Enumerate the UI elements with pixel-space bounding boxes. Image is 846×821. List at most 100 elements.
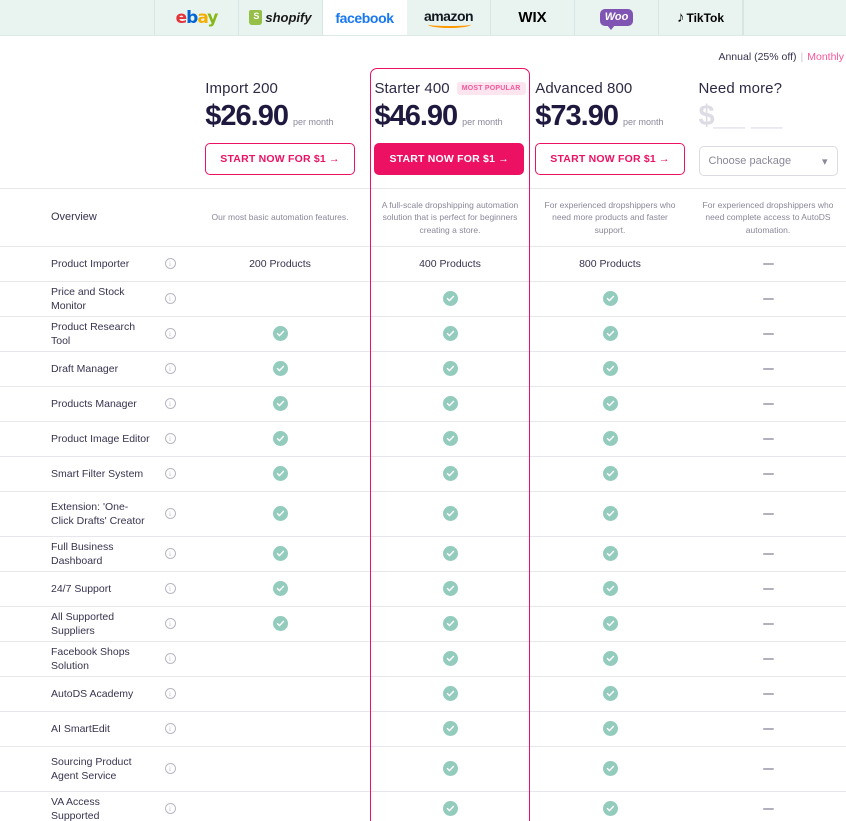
platform-tab-shopify[interactable]: shopify — [239, 0, 323, 35]
info-icon[interactable]: i — [164, 293, 176, 305]
check-icon — [442, 546, 458, 562]
feature-label-cell: Product Image Editor — [0, 422, 150, 456]
info-icon[interactable]: i — [164, 328, 176, 340]
check-icon — [272, 396, 288, 412]
feature-cell — [690, 317, 846, 351]
feature-cell — [190, 572, 370, 606]
info-icon[interactable]: i — [164, 583, 176, 595]
check-icon — [602, 291, 618, 307]
feature-cell — [190, 642, 370, 676]
feature-label-cell: Extension: 'One-Click Drafts' Creator — [0, 492, 150, 536]
feature-label-cell: Products Manager — [0, 387, 150, 421]
minus-icon — [762, 552, 774, 555]
platform-tab-woocommerce[interactable]: Woo — [575, 0, 659, 35]
feature-label: Sourcing Product Agent Service — [51, 755, 132, 782]
billing-monthly-option[interactable]: Monthly — [807, 51, 844, 63]
feature-label: Extension: 'One-Click Drafts' Creator — [51, 500, 145, 527]
info-icon[interactable]: i — [164, 363, 176, 375]
feature-cell — [190, 677, 370, 711]
feature-cell — [530, 537, 690, 571]
plan-price: $73.90 — [535, 100, 619, 132]
start-now-button-advanced-800[interactable]: START NOW FOR $1 → — [535, 143, 685, 175]
billing-annual-option[interactable]: Annual (25% off) — [718, 51, 796, 63]
info-icon[interactable]: i — [164, 548, 176, 560]
info-icon[interactable]: i — [164, 763, 176, 775]
feature-cell — [530, 712, 690, 746]
check-icon — [272, 616, 288, 632]
plan-header-row: Import 200 $26.90 per month START NOW FO… — [0, 68, 846, 188]
feature-cell — [190, 492, 370, 536]
info-icon[interactable]: i — [164, 468, 176, 480]
info-icon[interactable]: i — [164, 433, 176, 445]
info-icon[interactable]: i — [164, 653, 176, 665]
overview-text: Our most basic automation features. — [211, 212, 349, 223]
feature-label-cell: Sourcing Product Agent Service — [0, 747, 150, 791]
feature-cell — [690, 712, 846, 746]
info-icon[interactable]: i — [164, 258, 176, 270]
empty-cell — [280, 693, 281, 694]
platform-tab-amazon[interactable]: amazon — [407, 0, 491, 35]
start-now-button-import-200[interactable]: START NOW FOR $1 → — [205, 143, 355, 175]
minus-icon — [762, 437, 774, 440]
feature-cell — [190, 352, 370, 386]
feature-cell — [370, 387, 530, 421]
overview-cell-import-200: Our most basic automation features. — [190, 189, 370, 246]
feature-cell — [370, 352, 530, 386]
plan-title: Advanced 800 — [535, 80, 633, 97]
feature-row: Facebook Shops Solution i — [0, 640, 846, 676]
info-icon[interactable]: i — [164, 508, 176, 520]
platform-tab-wix[interactable]: WIX — [491, 0, 575, 35]
feature-cell — [370, 712, 530, 746]
feature-cell — [530, 492, 690, 536]
feature-label-cell: Draft Manager — [0, 352, 150, 386]
feature-info-cell: i — [150, 607, 190, 641]
feature-cell — [530, 677, 690, 711]
info-icon[interactable]: i — [164, 803, 176, 815]
feature-cell — [690, 457, 846, 491]
feature-row: Extension: 'One-Click Drafts' Creator i — [0, 490, 846, 536]
feature-row: Product Importer i 200 Products 400 Product… — [0, 245, 846, 281]
overview-label: Overview — [51, 211, 97, 224]
feature-cell — [370, 747, 530, 791]
empty-cell — [280, 658, 281, 659]
shopify-logo-icon: shopify — [249, 10, 312, 25]
feature-value: 200 Products — [249, 257, 311, 270]
platform-tab-ebay[interactable]: ebay — [155, 0, 239, 35]
check-icon — [602, 761, 618, 777]
empty-cell — [280, 298, 281, 299]
info-icon[interactable]: i — [164, 723, 176, 735]
check-icon — [442, 431, 458, 447]
feature-cell — [530, 747, 690, 791]
check-icon — [272, 546, 288, 562]
feature-cell — [530, 352, 690, 386]
amazon-logo-icon: amazon — [424, 8, 474, 28]
plan-price: $26.90 — [205, 100, 289, 132]
check-icon — [602, 581, 618, 597]
minus-icon — [762, 622, 774, 625]
platform-tab-facebook[interactable]: facebook — [323, 0, 407, 35]
feature-label: Product Image Editor — [51, 432, 150, 445]
check-icon — [602, 651, 618, 667]
plan-card-starter-400: Starter 400 MOST POPULAR $46.90 per mont… — [370, 80, 530, 175]
feature-cell — [190, 282, 370, 316]
check-icon — [602, 431, 618, 447]
plan-price-period: per month — [622, 117, 664, 127]
platform-tab-tiktok[interactable]: ♪ TikTok — [659, 0, 743, 35]
feature-cell: 400 Products — [370, 247, 530, 281]
choose-package-select[interactable]: Choose package ▾ — [698, 146, 838, 176]
check-icon — [442, 466, 458, 482]
billing-separator: | — [800, 51, 804, 63]
feature-label: Product Importer — [51, 257, 130, 270]
feature-label: Product Research Tool — [51, 320, 136, 347]
check-icon — [602, 546, 618, 562]
feature-row: 24/7 Support i — [0, 570, 846, 606]
info-icon[interactable]: i — [164, 398, 176, 410]
overview-cell-need-more: For experienced dropshippers who need co… — [690, 189, 846, 246]
feature-cell — [190, 607, 370, 641]
info-icon[interactable]: i — [164, 618, 176, 630]
feature-cell — [190, 537, 370, 571]
feature-row: AI SmartEdit i — [0, 710, 846, 746]
info-icon[interactable]: i — [164, 688, 176, 700]
start-now-button-starter-400[interactable]: START NOW FOR $1 → — [374, 143, 524, 175]
feature-cell — [190, 712, 370, 746]
